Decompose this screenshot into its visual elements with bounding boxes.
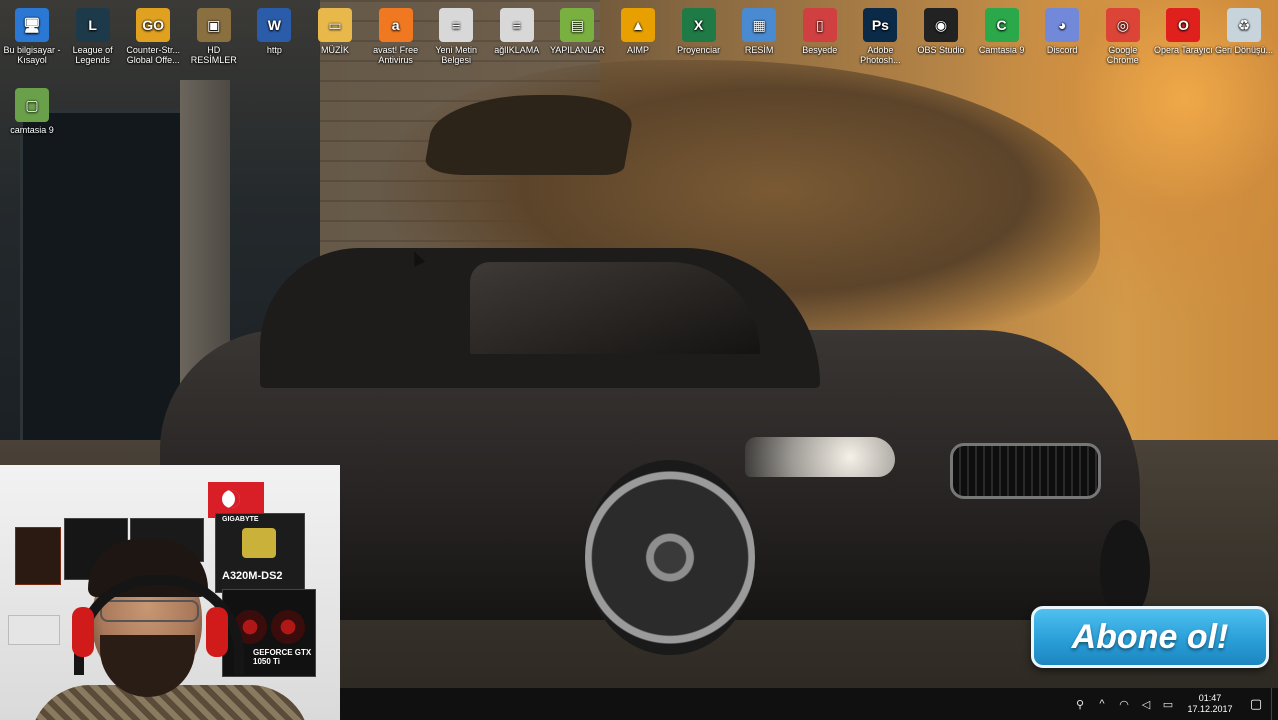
show-desktop-button[interactable] bbox=[1271, 688, 1278, 720]
notification-icon[interactable]: ▢ bbox=[1241, 688, 1271, 720]
clock-date: 17.12.2017 bbox=[1187, 704, 1233, 714]
desktop-shortcut-label: Opera Tarayıcı bbox=[1153, 45, 1213, 55]
wifi-icon[interactable]: ◠ bbox=[1113, 688, 1135, 720]
desktop-shortcut-label: Counter-Str... Global Offe... bbox=[126, 45, 180, 65]
desktop-shortcut-label: AIMP bbox=[626, 45, 649, 55]
desktop-shortcut[interactable]: 🖥 Bu bilgisayar - Kısayol bbox=[2, 6, 62, 78]
keyboard-icon[interactable]: ▭ bbox=[1157, 688, 1179, 720]
desktop-icons: 🖥 Bu bilgisayar - Kısayol L League of Legen… bbox=[0, 2, 1278, 135]
photoshop-icon: Ps bbox=[863, 8, 898, 42]
desktop-shortcut[interactable]: ◉ OBS Studio bbox=[911, 6, 971, 78]
desktop-shortcut-label: Geri Dönüşü... bbox=[1214, 45, 1274, 55]
desktop-shortcut[interactable]: L League of Legends bbox=[63, 6, 123, 78]
desktop-shortcut[interactable]: O Opera Tarayıcı bbox=[1153, 6, 1213, 78]
desktop-shortcut[interactable]: C Camtasia 9 bbox=[972, 6, 1032, 78]
desktop-shortcut-label: Proyenciar bbox=[677, 45, 721, 55]
desktop-shortcut-label: RESİM bbox=[744, 45, 774, 55]
spreadsheet-icon: ▤ bbox=[560, 8, 595, 42]
desktop-shortcut[interactable]: ◕ Discord bbox=[1032, 6, 1092, 78]
motherboard-logo bbox=[242, 528, 276, 558]
system-tray: ⚲ ^ ◠ ◁ ▭ 01:47 17.12.2017 ▢ bbox=[1069, 688, 1278, 720]
desktop-shortcut-label: Yeni Metin Belgesi bbox=[435, 45, 478, 65]
desktop-shortcut[interactable]: ▭ MÜZİK bbox=[305, 6, 365, 78]
desktop-shortcut[interactable]: ▯ Besyede bbox=[790, 6, 850, 78]
desktop-shortcut-label: MÜZİK bbox=[321, 45, 349, 55]
desktop-shortcut[interactable]: ≡ ağlIKLAMA bbox=[487, 6, 547, 78]
gpu-fan-icon bbox=[271, 610, 305, 644]
word-document-icon: W bbox=[257, 8, 292, 42]
image-icon: ▦ bbox=[742, 8, 777, 42]
desktop-shortcut-label: HD RESİMLER bbox=[190, 45, 237, 65]
desktop-shortcut[interactable]: ▦ RESİM bbox=[729, 6, 789, 78]
desktop-shortcut-label: Discord bbox=[1046, 45, 1078, 55]
desktop-shortcut[interactable]: ▣ HD RESİMLER bbox=[184, 6, 244, 78]
desktop-shortcut-label: Google Chrome bbox=[1106, 45, 1139, 65]
desktop-shortcut[interactable]: ≡ Yeni Metin Belgesi bbox=[426, 6, 486, 78]
subscribe-button[interactable]: Abone ol! bbox=[1031, 606, 1269, 668]
people-icon[interactable]: ⚲ bbox=[1069, 688, 1091, 720]
desktop-shortcut[interactable]: GO Counter-Str... Global Offe... bbox=[123, 6, 183, 78]
desktop-shortcut-label: ağlIKLAMA bbox=[494, 45, 540, 55]
gpu-model: GEFORCE GTX 1050 Ti bbox=[253, 648, 312, 666]
desktop-shortcut[interactable]: ◎ Google Chrome bbox=[1093, 6, 1153, 78]
wallpaper-car-rear-wheel bbox=[1100, 520, 1150, 620]
folder-icon: ▭ bbox=[318, 8, 352, 42]
text-document-icon: ≡ bbox=[499, 8, 534, 42]
computer-icon: 🖥 bbox=[15, 8, 49, 42]
desktop-shortcut-label: Bu bilgisayar - Kısayol bbox=[3, 45, 61, 65]
clock-time: 01:47 bbox=[1198, 693, 1222, 703]
webcam-product-box bbox=[8, 615, 60, 645]
wallpaper-car-grille bbox=[950, 443, 1101, 499]
desktop-shortcut-label: Adobe Photosh... bbox=[860, 45, 901, 65]
wallpaper-car-wheel bbox=[585, 460, 755, 655]
desktop-shortcut-label: Camtasia 9 bbox=[978, 45, 1025, 55]
recycle-bin-icon: ♻ bbox=[1227, 8, 1261, 42]
desktop-shortcut[interactable]: ▤ YAPILANLAR bbox=[547, 6, 607, 78]
volume-icon[interactable]: ◁ bbox=[1135, 688, 1157, 720]
desktop-shortcut-label: http bbox=[266, 45, 282, 55]
desktop-shortcut-label: League of Legends bbox=[72, 45, 113, 65]
wallpaper-door bbox=[20, 110, 186, 446]
discord-icon: ◕ bbox=[1045, 8, 1080, 42]
chrome-icon: ◎ bbox=[1105, 8, 1140, 42]
aimp-icon: ▲ bbox=[621, 8, 655, 42]
headset-earcup bbox=[206, 607, 228, 657]
camtasia-project-icon: ▢ bbox=[15, 88, 49, 122]
desktop-shortcut[interactable]: ♻ Geri Dönüşü... bbox=[1214, 6, 1274, 78]
motherboard-brand: GIGABYTE bbox=[222, 516, 259, 523]
csgo-icon: GO bbox=[136, 8, 171, 42]
wallpaper-car-windshield bbox=[470, 262, 760, 354]
desktop-shortcut[interactable]: ▢ camtasia 9 bbox=[2, 86, 62, 158]
image-folder-icon: ▣ bbox=[196, 8, 231, 42]
desktop-shortcut[interactable]: Whttp bbox=[244, 6, 304, 78]
desktop-shortcut[interactable]: ▲ AIMP bbox=[608, 6, 668, 78]
desktop-shortcut-label: avast! Free Antivirus bbox=[373, 45, 419, 65]
obs-icon: ◉ bbox=[924, 8, 958, 42]
text-document-icon: ≡ bbox=[439, 8, 474, 42]
league-of-legends-icon: L bbox=[75, 8, 110, 42]
camtasia-icon: C bbox=[984, 8, 1019, 42]
desktop-shortcut[interactable]: Ps Adobe Photosh... bbox=[850, 6, 910, 78]
desktop-shortcut-label: camtasia 9 bbox=[10, 125, 54, 135]
chevron-up-icon[interactable]: ^ bbox=[1091, 688, 1113, 720]
desktop-shortcut[interactable]: a avast! Free Antivirus bbox=[366, 6, 426, 78]
desktop-shortcut[interactable]: X Proyenciar bbox=[669, 6, 729, 78]
opera-icon: O bbox=[1166, 8, 1201, 42]
desktop-shortcut-label: OBS Studio bbox=[917, 45, 965, 55]
webcam-overlay: GIGABYTE A320M-DS2 GEFORCE GTX 1050 Ti bbox=[0, 465, 340, 720]
motherboard-model: A320M-DS2 bbox=[222, 570, 283, 582]
document-icon: ▯ bbox=[802, 8, 837, 42]
desktop-shortcut-label: YAPILANLAR bbox=[549, 45, 605, 55]
desktop-shortcut-label: Besyede bbox=[802, 45, 838, 55]
headset-earcup bbox=[72, 607, 94, 657]
motherboard-box: GIGABYTE A320M-DS2 bbox=[215, 513, 305, 593]
taskbar-clock[interactable]: 01:47 17.12.2017 bbox=[1179, 693, 1241, 715]
avast-icon: a bbox=[378, 8, 413, 42]
wallpaper-car-headlight bbox=[745, 437, 895, 477]
webcam-product-box bbox=[15, 527, 61, 585]
taskbar: ⚲ ^ ◠ ◁ ▭ 01:47 17.12.2017 ▢ bbox=[340, 688, 1278, 720]
excel-icon: X bbox=[681, 8, 716, 42]
